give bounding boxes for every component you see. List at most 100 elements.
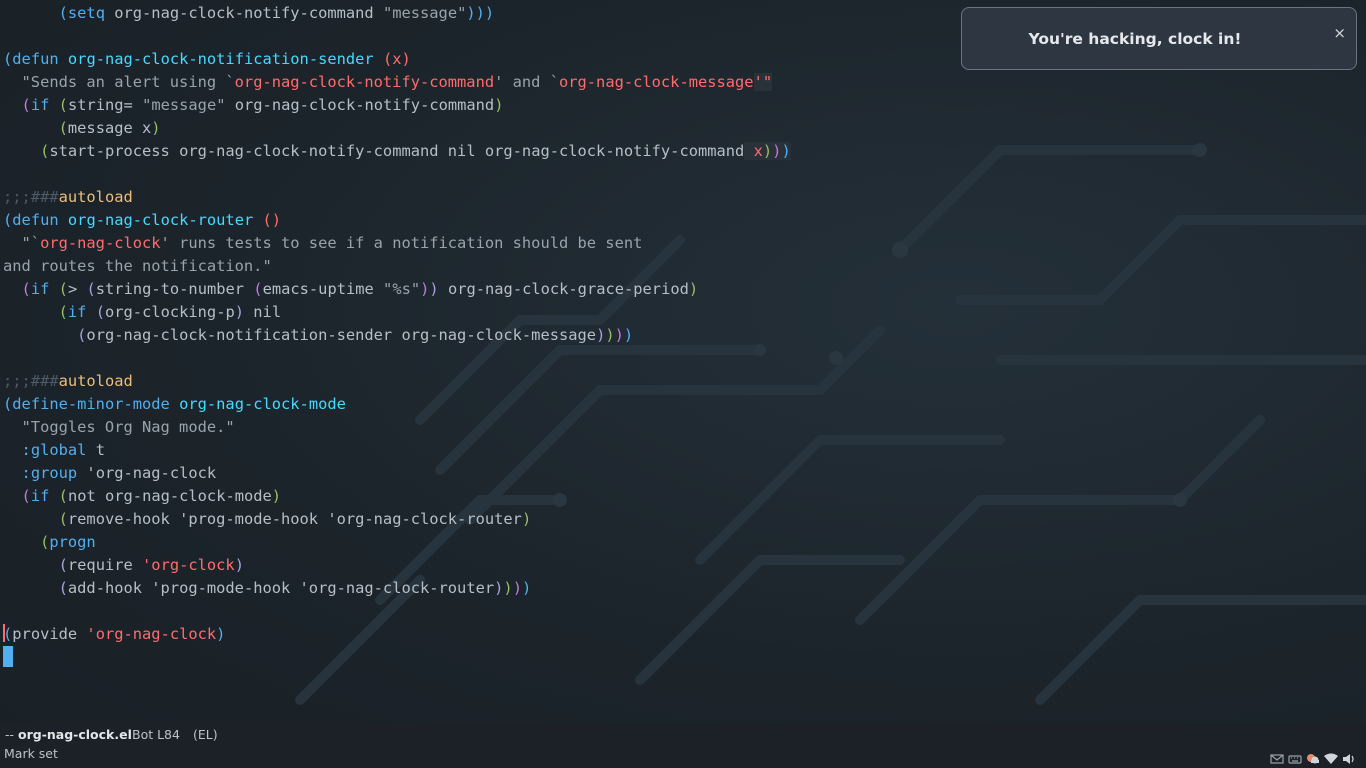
code-token: ( bbox=[58, 4, 68, 22]
code-token: "Toggles Org Nag mode." bbox=[3, 418, 235, 436]
code-token: () bbox=[262, 211, 282, 229]
code-editor[interactable]: (setq org-nag-clock-notify-command "mess… bbox=[3, 2, 1363, 646]
modeline-prefix: -- bbox=[5, 727, 15, 742]
wifi-icon[interactable] bbox=[1324, 752, 1338, 766]
code-line[interactable]: "Sends an alert using `org-nag-clock-not… bbox=[3, 71, 1363, 94]
code-token: if bbox=[30, 487, 50, 505]
code-line[interactable]: ;;;###autoload bbox=[3, 186, 1363, 209]
notification-message: You're hacking, clock in! bbox=[1028, 30, 1242, 48]
code-token: defun bbox=[12, 211, 59, 229]
code-token: org-nag-clock-notify-command bbox=[234, 73, 495, 91]
code-token: ( bbox=[58, 119, 68, 137]
code-token: if bbox=[67, 303, 87, 321]
code-line[interactable]: (start-process org-nag-clock-notify-comm… bbox=[3, 140, 1363, 163]
code-token: ( bbox=[21, 487, 31, 505]
code-token: start-process org-nag-clock-notify-comma… bbox=[49, 142, 745, 160]
code-token: ) bbox=[605, 326, 615, 344]
code-token: org-nag-clock-notify-command bbox=[104, 4, 383, 22]
code-line[interactable]: (defun org-nag-clock-router () bbox=[3, 209, 1363, 232]
keyboard-icon[interactable] bbox=[1288, 752, 1302, 766]
code-token: ( bbox=[58, 303, 68, 321]
code-token: ( bbox=[253, 280, 263, 298]
code-token: ;;;### bbox=[3, 372, 59, 390]
code-line[interactable]: (if (> (string-to-number (emacs-uptime "… bbox=[3, 278, 1363, 301]
code-token: ( bbox=[58, 556, 68, 574]
code-line[interactable]: "Toggles Org Nag mode." bbox=[3, 416, 1363, 439]
code-line[interactable] bbox=[3, 600, 1363, 623]
code-token: ) bbox=[216, 625, 226, 643]
code-token: 'org-clock bbox=[142, 556, 235, 574]
code-token: ) bbox=[512, 579, 522, 597]
code-line[interactable]: :group 'org-nag-clock bbox=[3, 462, 1363, 485]
modeline-buffer-name[interactable]: org-nag-clock.el bbox=[18, 724, 132, 746]
code-token: org-nag-clock-message bbox=[558, 73, 754, 91]
code-line[interactable] bbox=[3, 347, 1363, 370]
volume-icon[interactable] bbox=[1342, 752, 1356, 766]
code-token: org-nag-clock-notification-sender bbox=[67, 50, 374, 68]
code-token: message x bbox=[67, 119, 152, 137]
code-line[interactable]: (org-nag-clock-notification-sender org-n… bbox=[3, 324, 1363, 347]
code-token: "` bbox=[3, 234, 41, 252]
code-token: ) bbox=[521, 579, 532, 597]
close-icon[interactable]: × bbox=[1333, 24, 1346, 42]
code-line[interactable]: ;;;###autoload bbox=[3, 370, 1363, 393]
code-line[interactable]: (if (string= "message" org-nag-clock-not… bbox=[3, 94, 1363, 117]
code-token: ( bbox=[21, 96, 31, 114]
code-token: t bbox=[86, 441, 105, 459]
code-token: remove-hook 'prog-mode-hook 'org-nag-clo… bbox=[67, 510, 522, 528]
code-token: not org-nag-clock-mode bbox=[67, 487, 272, 505]
code-token: "Sends an alert using ` bbox=[3, 73, 235, 91]
code-line[interactable]: (if (not org-nag-clock-mode) bbox=[3, 485, 1363, 508]
code-line[interactable]: (add-hook 'prog-mode-hook 'org-nag-clock… bbox=[3, 577, 1363, 600]
code-line[interactable]: (require 'org-clock) bbox=[3, 554, 1363, 577]
mail-icon[interactable] bbox=[1270, 752, 1284, 766]
code-line[interactable]: :global t bbox=[3, 439, 1363, 462]
code-token: ) bbox=[623, 326, 634, 344]
system-tray bbox=[1270, 751, 1356, 767]
code-token: org-nag-clock bbox=[40, 234, 161, 252]
code-token: 'org-nag-clock bbox=[86, 625, 217, 643]
code-token: ( bbox=[95, 303, 105, 321]
code-token: string= bbox=[67, 96, 143, 114]
code-line[interactable] bbox=[3, 163, 1363, 186]
code-line[interactable]: (define-minor-mode org-nag-clock-mode bbox=[3, 393, 1363, 416]
code-token: if bbox=[30, 96, 50, 114]
code-line[interactable]: and routes the notification." bbox=[3, 255, 1363, 278]
code-token: > bbox=[67, 280, 87, 298]
modeline-major-mode[interactable]: (EL) bbox=[193, 724, 218, 746]
code-token: define-minor-mode bbox=[12, 395, 170, 413]
weather-icon[interactable] bbox=[1306, 752, 1320, 766]
modeline-position: Bot L84 bbox=[132, 727, 180, 742]
desktop-notification[interactable]: You're hacking, clock in! × bbox=[961, 7, 1357, 70]
text-cursor bbox=[3, 646, 13, 667]
code-token: ( bbox=[40, 533, 50, 551]
code-token: ) bbox=[429, 280, 439, 298]
code-token: :global bbox=[21, 441, 87, 459]
code-token: nil bbox=[244, 303, 282, 321]
code-line[interactable]: (progn bbox=[3, 531, 1363, 554]
code-token: ) bbox=[762, 142, 773, 160]
code-token: "message" bbox=[142, 96, 226, 114]
code-token: ( bbox=[58, 96, 68, 114]
code-token: ) bbox=[781, 142, 791, 160]
code-line[interactable]: "`org-nag-clock' runs tests to see if a … bbox=[3, 232, 1363, 255]
code-token: if bbox=[30, 280, 50, 298]
code-line[interactable]: (if (org-clocking-p) nil bbox=[3, 301, 1363, 324]
code-line[interactable]: (message x) bbox=[3, 117, 1363, 140]
code-token: ( bbox=[58, 579, 68, 597]
code-line[interactable]: (remove-hook 'prog-mode-hook 'org-nag-cl… bbox=[3, 508, 1363, 531]
minibuffer[interactable]: Mark set bbox=[0, 746, 1366, 768]
code-token: ( bbox=[3, 211, 13, 229]
code-token: ;;;### bbox=[3, 188, 59, 206]
mode-line: -- org-nag-clock.el Bot L84 (EL) bbox=[0, 724, 1366, 746]
code-line[interactable]: (provide 'org-nag-clock) bbox=[3, 623, 1363, 646]
code-token: ' runs tests to see if a notification sh… bbox=[160, 234, 643, 252]
